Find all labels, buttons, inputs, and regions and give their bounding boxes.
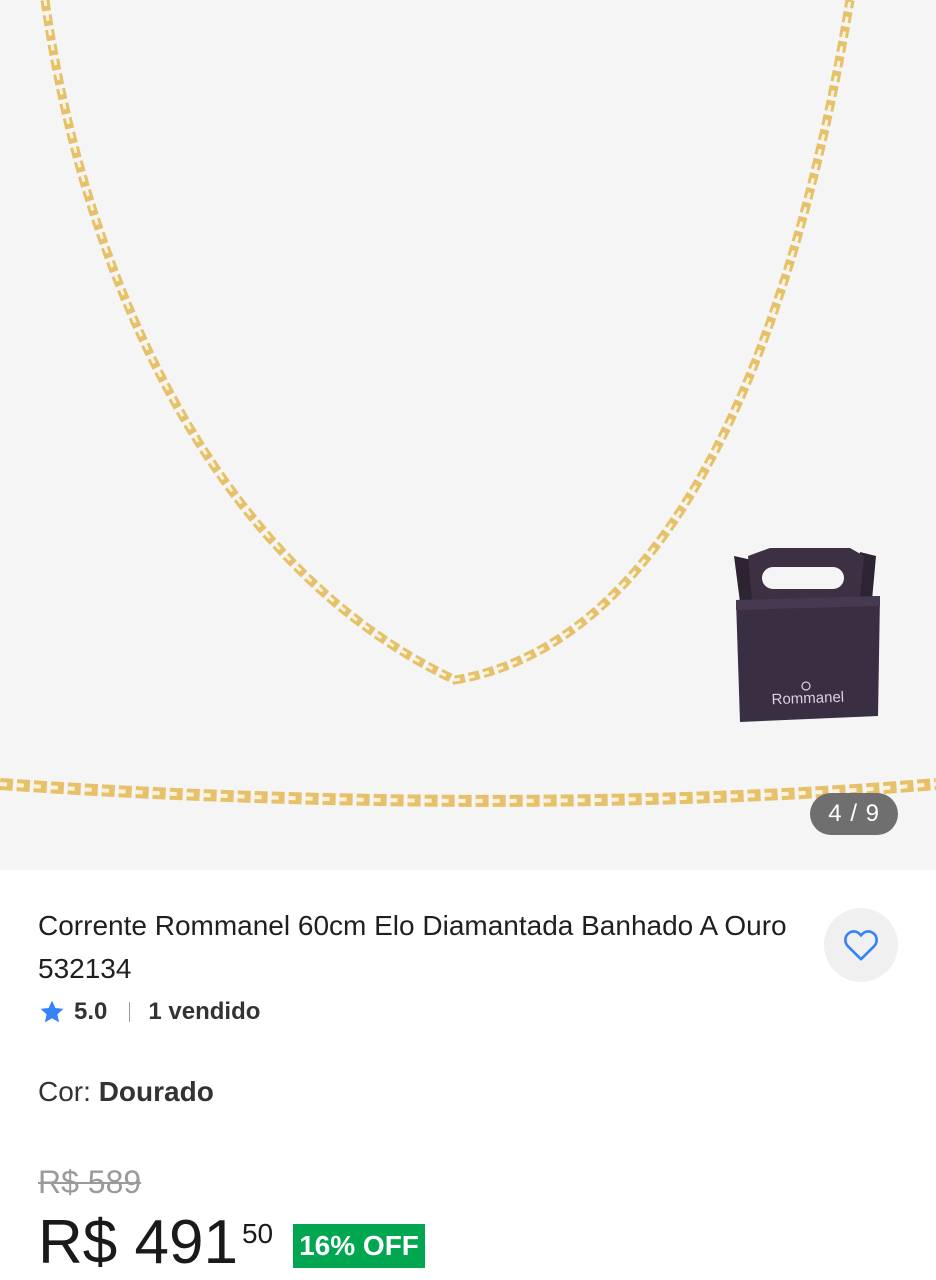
color-value: Dourado <box>98 1076 214 1107</box>
original-price: R$ 589 <box>38 1164 142 1200</box>
box-brand-logo: Rommanel <box>771 689 844 709</box>
discount-badge: 16% OFF <box>293 1224 425 1268</box>
product-info: Corrente Rommanel 60cm Elo Diamantada Ba… <box>0 870 936 1280</box>
product-image-gallery[interactable]: Rommanel 4 / 9 <box>0 0 936 870</box>
sold-count: 1 vendido <box>148 998 261 1025</box>
current-price-cents: 50 <box>241 1218 274 1249</box>
image-counter: 4 / 9 <box>810 793 898 835</box>
price-row: R$ 491 50 16% OFF <box>38 1212 425 1274</box>
favorite-button[interactable] <box>824 908 898 982</box>
heart-icon <box>844 930 878 961</box>
rating-row[interactable]: 5.0 1 vendido <box>38 994 260 1030</box>
product-title: Corrente Rommanel 60cm Elo Diamantada Ba… <box>38 910 787 984</box>
current-price: R$ 491 <box>38 1208 238 1277</box>
color-selector[interactable]: Cor: Dourado <box>38 1076 214 1108</box>
color-label: Cor: <box>38 1076 91 1107</box>
product-image: Rommanel <box>0 0 936 807</box>
divider <box>129 1002 131 1022</box>
rating-score: 5.0 <box>74 998 108 1025</box>
star-icon <box>40 1000 64 1023</box>
